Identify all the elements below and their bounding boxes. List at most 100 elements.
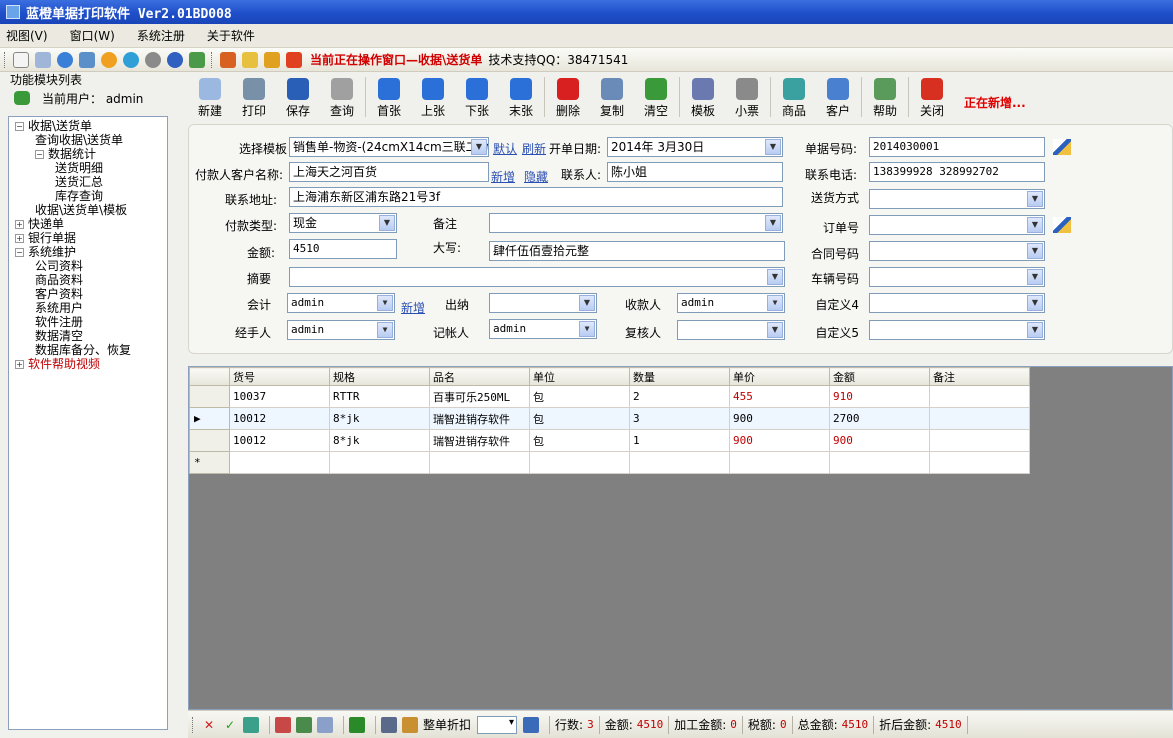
contract-select[interactable]: ▼ [869, 241, 1045, 261]
tree-node[interactable]: − 数据统计 [9, 147, 167, 161]
remark-select[interactable]: ▼ [489, 213, 783, 233]
cashier-select[interactable]: ▼ [489, 293, 597, 313]
confirm-icon[interactable]: ✓ [222, 717, 238, 733]
toolbar-button-search[interactable]: 查询 [320, 74, 364, 120]
table-cell[interactable]: 910 [829, 385, 930, 408]
tree-node[interactable]: + 软件帮助视频 [9, 357, 167, 371]
reviewer-select[interactable]: ▼ [677, 320, 785, 340]
folder-icon[interactable] [242, 51, 258, 68]
table-cell[interactable]: 1 [629, 429, 730, 452]
column-header[interactable]: 货号 [229, 367, 330, 386]
items-grid[interactable]: 货号 规格 品名 单位 数量 单价 金额 备注 10037 RTTR 百事可乐250ML 包 2 455… [189, 367, 1030, 474]
apply-discount-icon[interactable] [523, 716, 540, 733]
row-header[interactable]: * [189, 451, 230, 474]
table-row[interactable]: 10037 RTTR 百事可乐250ML 包 2 455 910 [189, 385, 1030, 408]
discount-select[interactable] [477, 715, 518, 734]
tree-node[interactable]: 商品资料 [9, 273, 167, 287]
table-cell[interactable] [929, 429, 1030, 452]
dropdown-arrow-icon[interactable]: ▼ [1027, 243, 1043, 259]
refresh-link[interactable]: 刷新 [522, 140, 546, 157]
toolbar-button-first[interactable]: 首张 [367, 74, 411, 120]
toolbar-button-save[interactable]: 保存 [276, 74, 320, 120]
table-row[interactable]: ▶ 10012 8*jk 瑞智进销存软件包 3 900 2700 [189, 407, 1030, 430]
dropdown-arrow-icon[interactable]: ▼ [377, 295, 393, 311]
dropdown-arrow-icon[interactable]: ▼ [379, 215, 395, 231]
dropdown-arrow-icon[interactable]: ▼ [767, 322, 783, 338]
add-accountant-link[interactable]: 新增 [401, 299, 425, 316]
globe-icon[interactable] [57, 51, 73, 68]
delete-row-icon[interactable]: ✕ [201, 717, 217, 733]
table-cell[interactable]: 10037 [229, 385, 330, 408]
table-cell[interactable] [329, 451, 430, 474]
tree-node-label[interactable]: 数据库备分、恢复 [35, 343, 131, 357]
column-header[interactable]: 金额 [829, 367, 930, 386]
toolbar-button-print[interactable]: 打印 [232, 74, 276, 120]
import-icon[interactable] [220, 51, 236, 68]
tree-node-label[interactable]: 查询收据\送货单 [35, 133, 123, 147]
table-cell[interactable] [629, 451, 730, 474]
tree-node[interactable]: 库存查询 [9, 189, 167, 203]
payee-select[interactable]: admin ▼ [677, 293, 785, 313]
product-icon[interactable] [243, 716, 259, 733]
tree-node[interactable]: 系统用户 [9, 301, 167, 315]
expand-icon[interactable]: + [15, 233, 24, 243]
export-icon[interactable] [296, 716, 312, 733]
collapse-icon[interactable]: − [15, 121, 24, 131]
table-cell[interactable] [729, 451, 830, 474]
toolbar-button-clear[interactable]: 清空 [634, 74, 678, 120]
column-header[interactable]: 数量 [629, 367, 730, 386]
tree-node-label[interactable]: 公司资料 [35, 259, 83, 273]
table-cell[interactable]: 瑞智进销存软件 [429, 429, 530, 452]
payer-field[interactable]: 上海天之河百货 [289, 162, 489, 182]
vehicle-select[interactable]: ▼ [869, 267, 1045, 287]
ship-select[interactable]: ▼ [869, 189, 1045, 209]
table-cell[interactable] [929, 451, 1030, 474]
table-cell[interactable]: 百事可乐250ML [429, 385, 530, 408]
column-header[interactable]: 单位 [529, 367, 630, 386]
tree-node-label[interactable]: 送货汇总 [55, 175, 103, 189]
tree-node[interactable]: 数据清空 [9, 329, 167, 343]
settings-icon[interactable] [145, 51, 161, 68]
summary-select[interactable]: ▼ [289, 267, 785, 287]
contact-field[interactable]: 陈小姐 [607, 162, 783, 182]
address-field[interactable]: 上海浦东新区浦东路21号3f [289, 187, 783, 207]
tree-node[interactable]: + 快递单 [9, 217, 167, 231]
table-cell[interactable]: 455 [729, 385, 830, 408]
toolbar-button-new[interactable]: 新建 [188, 74, 232, 120]
dropdown-arrow-icon[interactable]: ▼ [765, 215, 781, 231]
collapse-icon[interactable]: − [15, 247, 24, 257]
custom5-select[interactable]: ▼ [869, 320, 1045, 340]
toolbar-button-template[interactable]: 模板 [681, 74, 725, 120]
tree-node[interactable]: − 系统维护 [9, 245, 167, 259]
menu-view[interactable]: 视图(V) [6, 27, 48, 44]
amount-field[interactable]: 4510 [289, 239, 397, 259]
qq-penguin-icon[interactable] [101, 51, 117, 68]
table-cell[interactable]: 10012 [229, 429, 330, 452]
toolbar-button-help[interactable]: 帮助 [863, 74, 907, 120]
toolbar-button-delete[interactable]: 删除 [546, 74, 590, 120]
toolbar-button-close[interactable]: 关闭 [910, 74, 954, 120]
help-icon[interactable] [167, 51, 183, 68]
table-cell[interactable]: 3 [629, 407, 730, 430]
table-cell[interactable]: 8*jk [329, 407, 430, 430]
calculator-icon[interactable] [35, 51, 51, 68]
tree-node-label[interactable]: 客户资料 [35, 287, 83, 301]
dropdown-arrow-icon[interactable]: ▼ [765, 139, 781, 155]
tree-node-label[interactable]: 商品资料 [35, 273, 83, 287]
table-cell[interactable]: 包 [529, 429, 630, 452]
table-cell[interactable]: RTTR [329, 385, 430, 408]
expand-icon[interactable]: + [15, 219, 24, 229]
dropdown-arrow-icon[interactable]: ▼ [579, 321, 595, 337]
tree-node-label[interactable]: 数据清空 [35, 329, 83, 343]
table-cell[interactable] [229, 451, 330, 474]
dropdown-arrow-icon[interactable]: ▼ [767, 295, 783, 311]
tree-node[interactable]: + 银行单据 [9, 231, 167, 245]
table-cell[interactable]: 900 [729, 429, 830, 452]
table-cell[interactable]: 8*jk [329, 429, 430, 452]
phone-field[interactable]: 138399928 328992702 [869, 162, 1045, 182]
table-cell[interactable]: 900 [729, 407, 830, 430]
table-cell[interactable]: 900 [829, 429, 930, 452]
tree-node[interactable]: 查询收据\送货单 [9, 133, 167, 147]
expand-icon[interactable]: + [15, 359, 24, 369]
table-row[interactable]: * [189, 451, 1030, 474]
